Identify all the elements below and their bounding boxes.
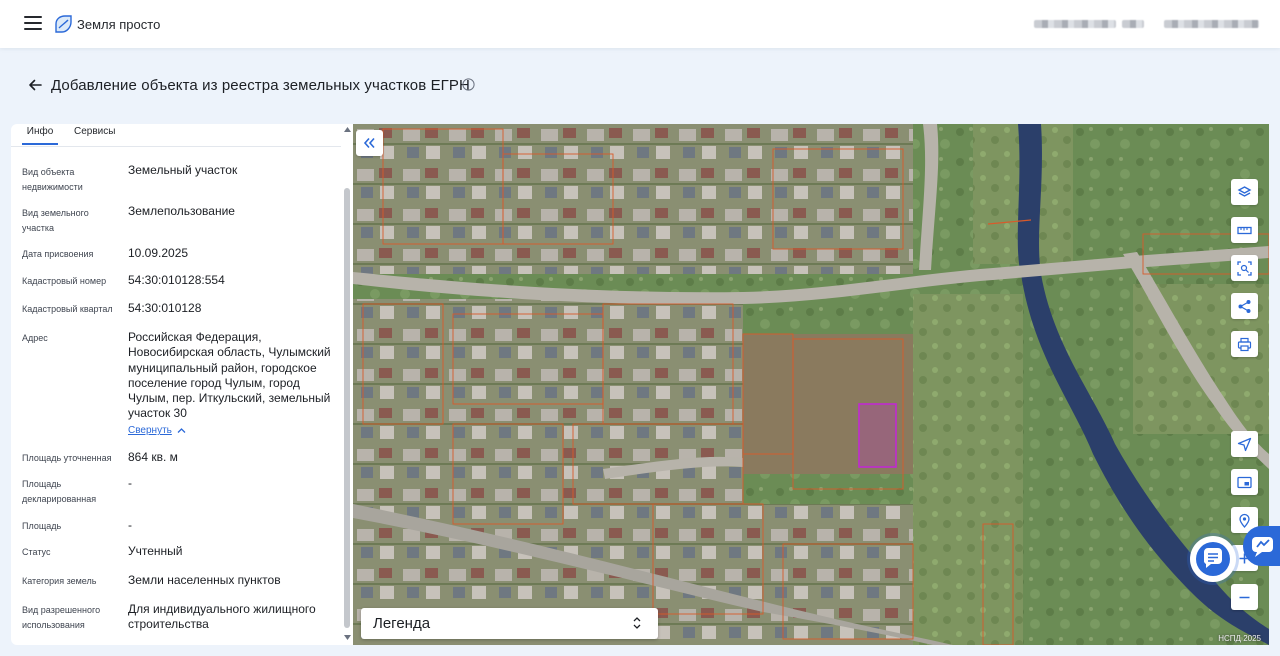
support-chat-button[interactable] — [1190, 536, 1236, 582]
address-value: Российская Федерация, Новосибирская обла… — [128, 330, 331, 421]
scroll-up-arrow-icon[interactable] — [344, 127, 351, 132]
chat-bubble-icon — [1203, 548, 1222, 568]
minimap-button[interactable] — [1231, 469, 1258, 495]
hamburger-menu-icon[interactable] — [24, 16, 42, 32]
property-label: Кадастровый квартал — [22, 304, 113, 314]
layers-icon — [1237, 186, 1252, 197]
status-value: Учтенный — [128, 544, 183, 558]
map-view[interactable]: Легенда НСПД 2025 — [353, 124, 1269, 645]
top-bar: Земля просто — [0, 0, 1280, 48]
zoom-out-icon — [1239, 596, 1250, 599]
select-area-icon — [1237, 261, 1252, 276]
property-label: Дата присвоения — [22, 249, 94, 259]
property-label: Категория земель — [22, 576, 97, 586]
property-label: Статус — [22, 547, 51, 557]
place-marker-icon — [1239, 513, 1250, 528]
print-button[interactable] — [1231, 331, 1258, 357]
sort-arrows-icon — [633, 617, 641, 629]
select-area-button[interactable] — [1231, 255, 1258, 281]
legend-label: Легенда — [373, 615, 431, 632]
user-menu-blurred[interactable] — [1164, 20, 1259, 28]
property-value: Земли населенных пунктов — [128, 573, 281, 587]
double-chevron-left-icon — [363, 137, 375, 149]
property-label: Вид объекта недвижимости — [22, 167, 83, 192]
chevron-up-icon[interactable] — [177, 427, 186, 434]
leaf-logo-icon[interactable] — [54, 15, 72, 33]
info-circle-icon[interactable] — [462, 78, 475, 91]
cadastral-quarter: 54:30:010128 — [128, 301, 202, 315]
property-label: Кадастровый номер — [22, 276, 107, 286]
map-attribution: НСПД 2025 — [1218, 634, 1261, 643]
zoom-out-button[interactable] — [1231, 584, 1258, 610]
locate-button[interactable] — [1231, 431, 1258, 457]
cadastral-number: 54:30:010128:554 — [128, 273, 225, 287]
ruler-button[interactable] — [1231, 217, 1258, 243]
brand-name[interactable]: Земля просто — [77, 17, 160, 32]
property-value: Для индивидуального жилищного строительс… — [128, 602, 316, 632]
share-icon — [1238, 300, 1251, 313]
layers-button[interactable] — [1231, 179, 1258, 205]
scroll-down-arrow-icon[interactable] — [344, 635, 351, 640]
object-info-panel: Инфо Сервисы Вид объекта недвижимости Зе… — [11, 124, 353, 645]
property-label: Адрес — [22, 333, 48, 343]
property-label: Вид разрешенного использования — [22, 605, 101, 630]
scrollbar-thumb[interactable] — [344, 188, 350, 628]
collapse-panel-button[interactable] — [356, 130, 383, 156]
property-value: - — [128, 476, 132, 490]
collapse-address-link[interactable]: Свернуть — [128, 425, 172, 436]
property-label: Площадь уточненная — [22, 453, 112, 463]
property-value: - — [128, 518, 132, 532]
property-label: Площадь — [22, 521, 62, 531]
print-icon — [1237, 337, 1252, 352]
assistant-icon — [1252, 537, 1273, 557]
page-title: Добавление объекта из реестра земельных … — [51, 77, 470, 94]
area-value: 864 кв. м — [128, 450, 178, 464]
share-button[interactable] — [1231, 293, 1258, 319]
user-info-blurred — [1122, 20, 1144, 28]
ruler-icon — [1237, 226, 1252, 235]
assistant-button[interactable] — [1243, 526, 1280, 566]
tab-services[interactable]: Сервисы — [74, 126, 115, 143]
panel-tabs: Инфо Сервисы — [11, 124, 341, 147]
tab-info[interactable]: Инфо — [22, 126, 58, 145]
minimap-icon — [1237, 476, 1252, 489]
property-label: Вид земельного участка — [22, 208, 89, 233]
property-label: Площадь декларированная — [22, 479, 97, 504]
property-value: Землепользование — [128, 204, 235, 218]
selected-parcel — [858, 403, 897, 468]
arrow-left-icon[interactable] — [27, 77, 43, 93]
property-value: 10.09.2025 — [128, 246, 189, 260]
legend-dropdown[interactable]: Легенда — [361, 608, 658, 639]
satellite-map[interactable] — [353, 124, 1269, 645]
property-value: Земельный участок — [128, 163, 238, 177]
user-info-blurred — [1034, 20, 1116, 28]
locate-icon — [1237, 437, 1252, 452]
